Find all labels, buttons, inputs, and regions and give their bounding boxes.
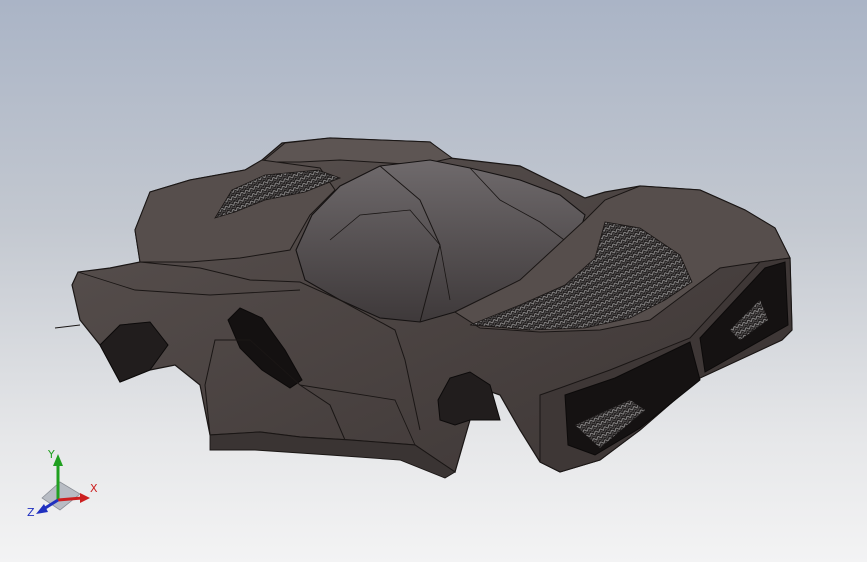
car-body-model[interactable] xyxy=(0,0,867,562)
x-axis-label: X xyxy=(90,482,98,495)
3d-graphics-viewport[interactable]: Y X Z xyxy=(0,0,867,562)
z-axis-arrow xyxy=(36,504,48,514)
z-axis-label: Z xyxy=(27,506,35,519)
x-axis-arrow xyxy=(80,493,90,503)
x-axis-line xyxy=(57,496,83,502)
view-orientation-triad[interactable]: Y X Z xyxy=(22,440,112,530)
y-axis-label: Y xyxy=(47,448,55,461)
edge-line xyxy=(54,324,81,329)
